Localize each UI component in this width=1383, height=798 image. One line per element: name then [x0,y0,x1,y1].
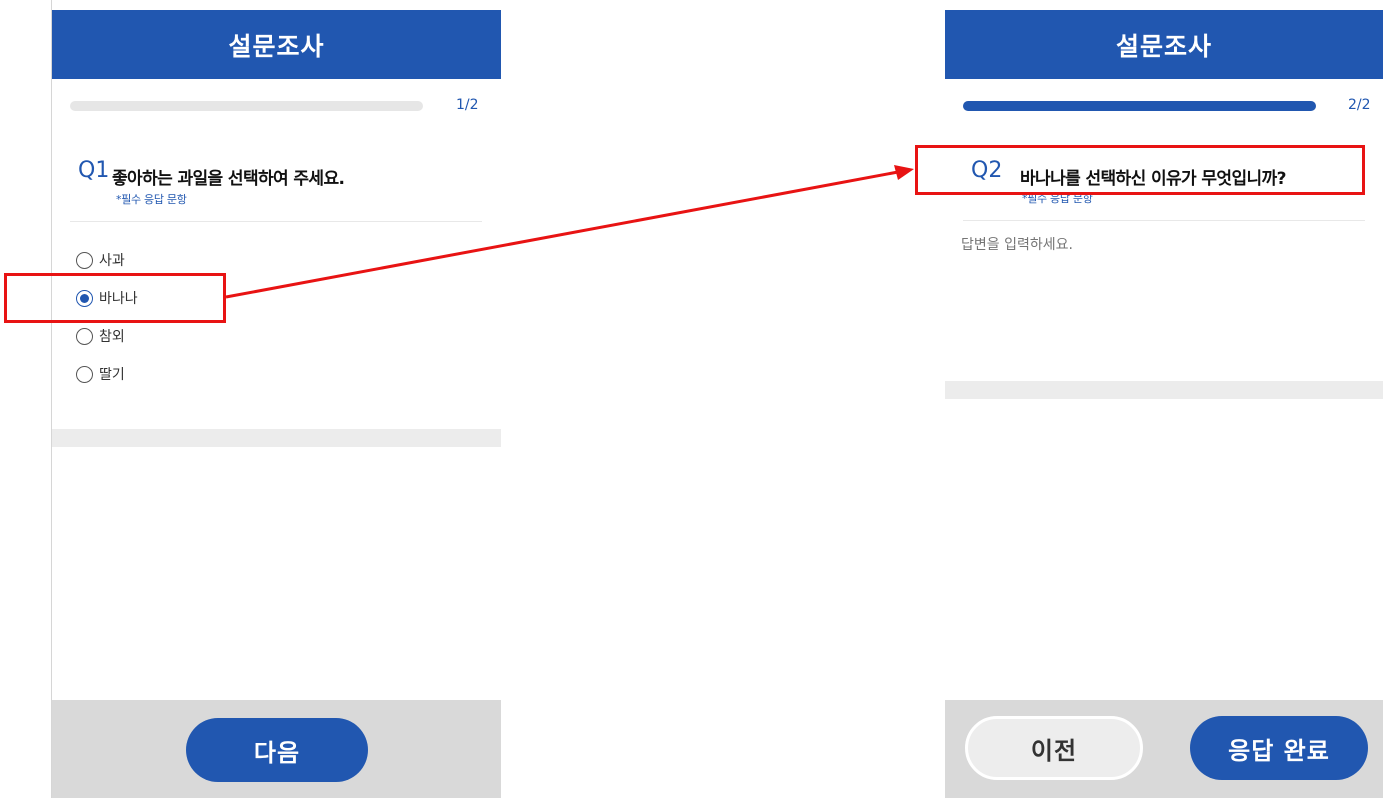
arrow-line [225,170,899,299]
annotation-arrow [225,165,914,299]
arrow-head [894,165,914,180]
